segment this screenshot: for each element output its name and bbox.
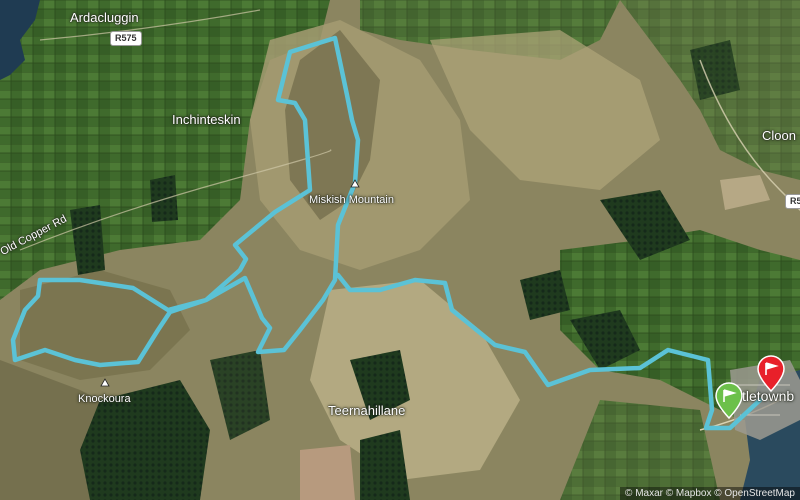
map-view[interactable]: Ardacluggin Inchinteskin Miskish Mountai… bbox=[0, 0, 800, 500]
map-attribution[interactable]: © Maxar © Mapbox © OpenStreetMap bbox=[620, 487, 800, 500]
finish-pin-icon[interactable] bbox=[757, 355, 785, 393]
route-pins bbox=[715, 355, 785, 420]
start-pin-icon[interactable] bbox=[715, 382, 743, 420]
